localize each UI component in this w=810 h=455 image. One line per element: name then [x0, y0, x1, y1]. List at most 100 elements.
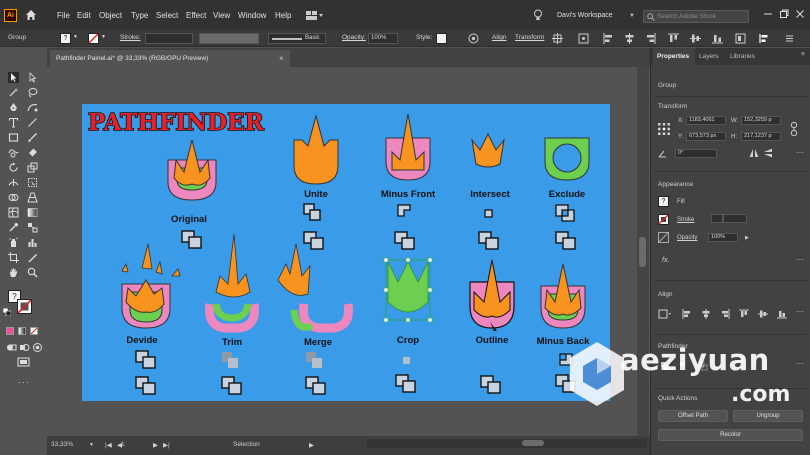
chevron-right-icon[interactable]: ▶ [745, 235, 749, 241]
pen-tool-icon[interactable] [8, 102, 19, 113]
menu-file[interactable]: File [57, 11, 70, 20]
align-right-icon[interactable] [645, 33, 656, 44]
status-menu-arrow-icon[interactable]: ▶ [309, 441, 314, 449]
align-middle-icon[interactable] [758, 309, 768, 319]
graphic-style-swatch[interactable] [436, 33, 447, 44]
scale-tool-icon[interactable] [27, 162, 38, 173]
width-tool-icon[interactable] [8, 177, 19, 188]
draw-normal-icon[interactable] [6, 342, 17, 353]
align-right-icon[interactable] [720, 309, 730, 319]
stroke-weight-field[interactable] [723, 214, 747, 223]
align-bottom-icon[interactable] [777, 309, 787, 319]
fill-swatch[interactable]: ? [60, 33, 71, 44]
eyedropper-tool-icon[interactable] [8, 222, 19, 233]
edit-toolbar-icon[interactable]: ··· [18, 377, 30, 387]
w-field[interactable]: 152,3259 p [741, 116, 781, 125]
align-center-icon[interactable] [701, 309, 711, 319]
flip-vertical-icon[interactable] [763, 148, 773, 158]
last-artboard-icon[interactable]: ▶| [163, 441, 170, 449]
line-tool-icon[interactable] [27, 117, 38, 128]
stroke-label[interactable]: Stroke: [120, 34, 141, 41]
menu-edit[interactable]: Edit [77, 11, 91, 20]
recolor-button[interactable]: Recolor [658, 429, 803, 441]
reference-point-icon[interactable] [658, 123, 670, 135]
tab-layers[interactable]: Layers [699, 53, 719, 60]
mesh-tool-icon[interactable] [8, 207, 19, 218]
align-top-icon[interactable] [739, 309, 749, 319]
current-tool-status[interactable]: Selection [233, 441, 260, 448]
menu-view[interactable]: View [213, 11, 230, 20]
artboard[interactable]: PATHFINDER Original Unite Minus Front In… [82, 104, 610, 401]
align-to-icon[interactable] [735, 33, 746, 44]
symbol-sprayer-tool-icon[interactable] [8, 237, 19, 248]
menu-object[interactable]: Object [99, 11, 122, 20]
lasso-tool-icon[interactable] [27, 87, 38, 98]
tab-libraries[interactable]: Libraries [730, 53, 755, 60]
arrange-documents-icon[interactable] [306, 11, 324, 20]
align-bottom-icon[interactable] [712, 33, 723, 44]
gradient-tool-icon[interactable] [27, 207, 38, 218]
opacity-label[interactable]: Opacity: [342, 34, 366, 41]
stroke-weight-field[interactable] [145, 33, 193, 44]
column-graph-tool-icon[interactable] [27, 237, 38, 248]
home-icon[interactable] [24, 8, 38, 22]
effects-fx-button[interactable]: fx. [662, 257, 669, 264]
align-to-selection-icon[interactable] [658, 309, 672, 319]
artboard-number[interactable]: 1 [121, 441, 125, 448]
chevron-down-icon[interactable]: ▼ [101, 34, 106, 40]
stock-search[interactable] [643, 10, 749, 23]
y-field[interactable]: 673,573 px [686, 132, 726, 141]
zoom-level[interactable]: 33,33% [51, 441, 73, 448]
chevron-down-icon[interactable]: ▼ [629, 13, 635, 19]
free-transform-tool-icon[interactable] [27, 177, 38, 188]
search-input[interactable] [657, 11, 747, 22]
color-mode-icon[interactable] [6, 327, 14, 335]
align-middle-icon[interactable] [690, 33, 701, 44]
panel-menu-icon[interactable] [784, 33, 795, 44]
stroke-none-swatch[interactable] [17, 299, 32, 314]
magic-wand-tool-icon[interactable] [8, 87, 19, 98]
perspective-grid-tool-icon[interactable] [27, 192, 38, 203]
stroke-swatch-none[interactable] [88, 33, 99, 44]
rotate-tool-icon[interactable] [8, 162, 19, 173]
align-left-icon[interactable] [682, 309, 692, 319]
menu-effect[interactable]: Effect [186, 11, 206, 20]
minimize-icon[interactable] [763, 9, 773, 19]
horizontal-scrollbar[interactable] [367, 439, 647, 448]
lightbulb-icon[interactable] [533, 9, 543, 21]
more-options-icon[interactable]: ··· [796, 255, 804, 264]
scrollbar-thumb[interactable] [522, 440, 544, 446]
gradient-mode-icon[interactable] [18, 327, 26, 335]
puppet-warp-icon[interactable] [578, 33, 589, 44]
menu-window[interactable]: Window [238, 11, 266, 20]
variable-width-profile[interactable] [199, 33, 259, 44]
direct-selection-tool-icon[interactable] [27, 72, 38, 83]
panel-menu-icon[interactable]: ≡ [801, 51, 805, 58]
next-artboard-icon[interactable]: ▶ [153, 441, 158, 449]
paintbrush-tool-icon[interactable] [27, 132, 38, 143]
opacity-label[interactable]: Opacity [677, 235, 697, 241]
stroke-weight-stepper[interactable] [711, 214, 723, 223]
screen-mode-icon[interactable] [17, 357, 30, 368]
align-selection-icon[interactable] [758, 33, 769, 44]
rotation-field[interactable]: 0° [675, 149, 717, 158]
h-field[interactable]: 217,1237 p [741, 132, 781, 141]
x-field[interactable]: 1183,4061 [686, 116, 726, 125]
blend-tool-icon[interactable] [27, 222, 38, 233]
stroke-label[interactable]: Stroke [677, 217, 694, 223]
none-mode-icon[interactable] [30, 327, 38, 335]
opacity-field[interactable]: 100% [708, 233, 738, 242]
align-top-icon[interactable] [668, 33, 679, 44]
menu-help[interactable]: Help [275, 11, 291, 20]
flip-horizontal-icon[interactable] [749, 148, 759, 158]
first-artboard-icon[interactable]: |◀ [105, 441, 112, 449]
zoom-tool-icon[interactable] [27, 267, 38, 278]
brush-definition[interactable]: Basic [268, 33, 326, 44]
selection-tool-icon[interactable] [8, 72, 19, 83]
chevron-down-icon[interactable]: ▼ [89, 442, 94, 448]
panel-scrollbar[interactable] [640, 244, 646, 262]
align-left-icon[interactable] [603, 33, 614, 44]
hand-tool-icon[interactable] [8, 267, 19, 278]
opacity-field[interactable]: 100% [368, 33, 398, 44]
eraser-tool-icon[interactable] [27, 147, 38, 158]
